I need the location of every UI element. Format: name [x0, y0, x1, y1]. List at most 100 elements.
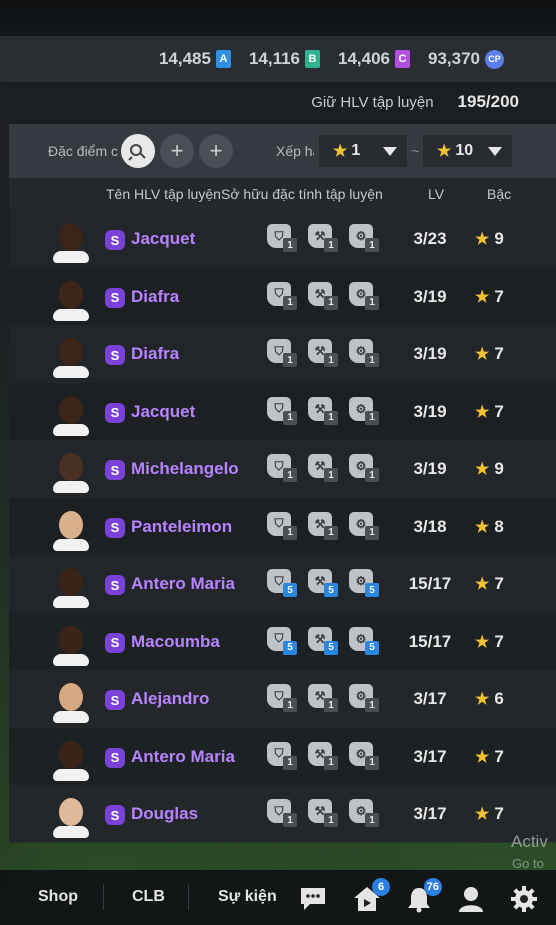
coach-name: Antero Maria [131, 574, 235, 593]
trait-level: 1 [324, 238, 338, 252]
trait-level: 1 [365, 353, 379, 367]
avatar-shirt [53, 711, 89, 723]
currency-a-icon: A [215, 50, 231, 68]
min-star-select[interactable]: ★ 1 [319, 135, 407, 167]
coach-name: Jacquet [131, 229, 196, 248]
trait-filter-selected[interactable] [121, 134, 155, 168]
training-trait-icon: ⚒ 1 [308, 684, 342, 712]
trait-level: 5 [365, 640, 379, 655]
table-row[interactable]: S Diafra ⛉ 1 ⚒ 1 ⚙ 1 3/19 ★ 7 [9, 267, 556, 325]
training-trait-icon: ⛉ 1 [267, 224, 301, 252]
trait-list: ⛉ 1 ⚒ 1 ⚙ 1 [267, 511, 383, 540]
coach-level: 3/17 [413, 746, 447, 766]
star-icon: ★ [475, 461, 490, 478]
avatar-shirt [53, 423, 89, 436]
trait-level: 1 [324, 353, 338, 367]
table-row[interactable]: S Jacquet ⛉ 1 ⚒ 1 ⚙ 1 3/23 ★ 9 [9, 210, 556, 268]
star-icon: ★ [475, 633, 490, 651]
coach-grade-value: 9 [494, 459, 504, 478]
coach-grade-value: 9 [494, 229, 504, 248]
trait-level: 1 [365, 468, 379, 482]
currency-a: 14,485 A [159, 49, 231, 69]
training-trait-icon: ⚒ 1 [308, 396, 342, 425]
table-row[interactable]: S Alejandro ⛉ 1 ⚒ 1 ⚙ 1 3/17 ★ 6 [9, 670, 556, 728]
avatar-shirt [53, 653, 89, 666]
avatar [53, 737, 89, 781]
currency-c-icon: C [395, 50, 410, 68]
training-trait-icon: ⚙ 1 [349, 396, 383, 425]
star-icon: ★ [475, 518, 490, 536]
coach-grade-value: 7 [494, 574, 504, 593]
col-name[interactable]: Tên HLV tập luyện [106, 186, 221, 202]
training-trait-icon: ⚒ 1 [308, 339, 342, 367]
trait-list: ⛉ 1 ⚒ 1 ⚙ 1 [267, 741, 383, 770]
coach-grade: ★ 8 [475, 517, 504, 537]
table-row[interactable]: S Panteleimon ⛉ 1 ⚒ 1 ⚙ 1 3/18 ★ 8 [9, 497, 556, 555]
coach-grade: ★ 7 [475, 574, 504, 594]
bell-icon[interactable]: 76 [404, 878, 442, 914]
star-icon: ★ [475, 288, 490, 306]
table-row[interactable]: S Diafra ⛉ 1 ⚒ 1 ⚙ 1 3/19 ★ 7 [9, 325, 556, 383]
table-row[interactable]: S Antero Maria ⛉ 1 ⚒ 1 ⚙ 1 3/17 ★ 7 [9, 727, 556, 785]
currency-c: 14,406 C [338, 49, 410, 69]
max-star-select[interactable]: ★ 10 [423, 135, 512, 167]
avatar [53, 392, 89, 436]
avatar-shirt [53, 596, 89, 608]
avatar-head [59, 683, 83, 711]
avatar-head [59, 568, 83, 596]
home-icon[interactable]: 6 [352, 878, 390, 914]
home-badge: 6 [372, 878, 390, 896]
table-header: Tên HLV tập luyện Sở hữu đặc tính tập lu… [9, 178, 556, 210]
currency-b-icon: B [305, 50, 320, 68]
table-row[interactable]: S Antero Maria ⛉ 5 ⚒ 5 ⚙ 5 15/17 ★ 7 [9, 555, 556, 613]
coach-grade: ★ 9 [475, 229, 504, 249]
coach-name: Diafra [131, 286, 180, 306]
star-icon: ★ [475, 403, 490, 421]
trait-filter-add-2[interactable]: + [199, 134, 233, 168]
trait-filter-add-1[interactable]: + [160, 134, 194, 168]
chat-icon[interactable] [298, 884, 328, 914]
coach-grade-value: 7 [494, 401, 504, 421]
table-row[interactable]: S Douglas ⛉ 1 ⚒ 1 ⚙ 1 3/17 ★ 7 [9, 785, 556, 843]
trait-level: 1 [365, 295, 379, 310]
trait-list: ⛉ 1 ⚒ 1 ⚙ 1 [267, 684, 383, 712]
trait-level: 1 [324, 813, 338, 827]
avatar-shirt [53, 826, 89, 838]
avatar-head [59, 798, 83, 826]
training-trait-icon: ⚙ 1 [349, 741, 383, 770]
coach-grade: ★ 7 [475, 632, 504, 652]
settings-gear-icon[interactable] [509, 884, 539, 914]
range-separator: ~ [411, 143, 420, 159]
bottom-nav: Shop CLB Sự kiện 6 76 [0, 870, 556, 925]
table-row[interactable]: S Jacquet ⛉ 1 ⚒ 1 ⚙ 1 3/19 ★ 7 [9, 382, 556, 440]
special-coach-badge-icon: S [105, 345, 125, 365]
trait-level: 1 [365, 813, 379, 827]
trait-list: ⛉ 5 ⚒ 5 ⚙ 5 [267, 569, 383, 597]
training-trait-icon: ⚙ 5 [349, 626, 383, 655]
training-trait-icon: ⛉ 1 [267, 799, 301, 827]
col-grade[interactable]: Bậc [487, 186, 511, 202]
coach-level: 15/17 [408, 574, 452, 593]
training-trait-icon: ⚒ 1 [308, 281, 342, 310]
currency-b: 14,116 B [249, 49, 320, 69]
nav-events[interactable]: Sự kiện [218, 888, 277, 906]
special-coach-badge-icon: S [105, 230, 125, 250]
nav-club[interactable]: CLB [132, 888, 165, 906]
profile-icon[interactable] [456, 884, 486, 914]
trait-level: 1 [283, 755, 297, 770]
currency-b-value: 14,116 [248, 49, 300, 68]
avatar-head [59, 395, 83, 424]
trait-level: 1 [324, 468, 338, 482]
nav-shop[interactable]: Shop [38, 888, 78, 906]
col-lv[interactable]: LV [428, 186, 444, 202]
col-traits[interactable]: Sở hữu đặc tính tập luyện [221, 186, 383, 202]
coach-name: Macoumba [131, 631, 220, 651]
coach-level: 3/18 [413, 516, 447, 536]
coach-level: 3/19 [413, 344, 447, 363]
watermark-line1: Activ [511, 832, 548, 851]
trait-list: ⛉ 1 ⚒ 1 ⚙ 1 [267, 396, 383, 425]
training-trait-icon: ⚙ 1 [349, 511, 383, 540]
table-row[interactable]: S Michelangelo ⛉ 1 ⚒ 1 ⚙ 1 3/19 ★ 9 [9, 440, 556, 498]
table-row[interactable]: S Macoumba ⛉ 5 ⚒ 5 ⚙ 5 15/17 ★ 7 [9, 612, 556, 670]
coach-grade-value: 8 [494, 516, 504, 536]
